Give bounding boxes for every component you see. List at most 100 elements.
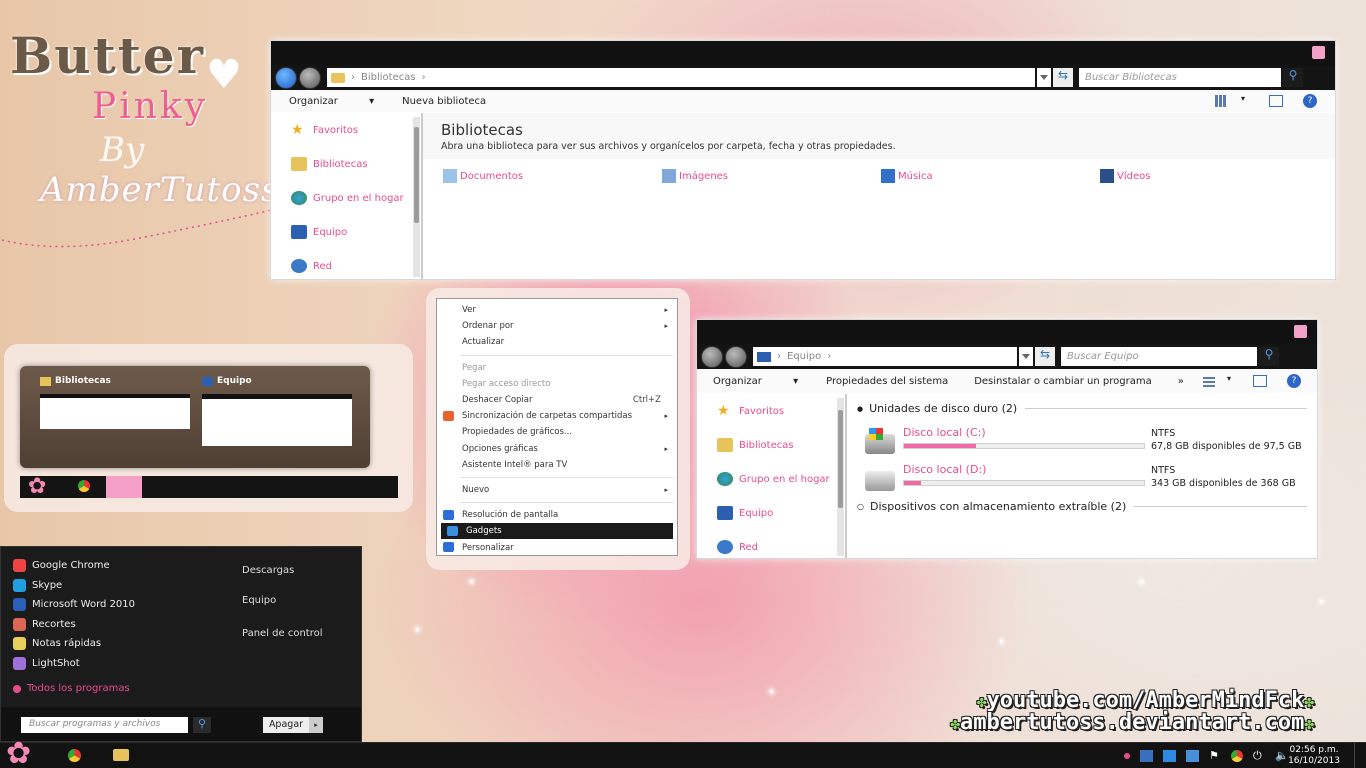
start-right-panel[interactable]: Panel de control bbox=[242, 628, 323, 639]
refresh-icon[interactable]: ⇆ bbox=[1053, 68, 1073, 87]
thumbnail-bibliotecas[interactable]: Bibliotecas bbox=[40, 376, 200, 456]
context-menu-item[interactable]: Asistente Intel® para TV bbox=[437, 457, 677, 473]
tray-power-icon[interactable]: ⏻ bbox=[1253, 750, 1265, 762]
nav-favoritos[interactable]: ★ Favoritos bbox=[697, 394, 846, 428]
start-program-item[interactable]: Microsoft Word 2010 bbox=[1, 595, 229, 615]
tray-dot-icon[interactable] bbox=[1124, 753, 1130, 759]
nav-bibliotecas[interactable]: Bibliotecas bbox=[271, 147, 422, 181]
start-button[interactable]: ✿ bbox=[6, 737, 31, 768]
shutdown-button[interactable]: Apagar bbox=[263, 717, 309, 733]
chrome-taskbar-icon[interactable] bbox=[78, 480, 90, 492]
address-dropdown-icon[interactable] bbox=[1037, 68, 1051, 87]
libraries-nav-scrollbar[interactable] bbox=[413, 117, 420, 277]
tray-flag-icon[interactable]: ⚑ bbox=[1209, 750, 1221, 762]
back-button[interactable] bbox=[701, 345, 723, 368]
clock[interactable]: 02:56 p.m. 16/10/2013 bbox=[1286, 745, 1342, 767]
search-icon[interactable]: ⚲ bbox=[1283, 68, 1303, 87]
all-programs-link[interactable]: Todos los programas bbox=[13, 683, 130, 694]
shutdown-options-button[interactable]: ▸ bbox=[309, 717, 323, 733]
explorer-taskbar-button[interactable] bbox=[100, 743, 144, 768]
context-menu-item[interactable]: Gadgets bbox=[441, 523, 673, 540]
view-options-icon[interactable] bbox=[1215, 95, 1227, 107]
search-icon[interactable]: ⚲ bbox=[1259, 347, 1279, 366]
context-menu-item[interactable]: Pegar acceso directo bbox=[437, 376, 677, 392]
start-search-icon[interactable]: ⚲ bbox=[193, 717, 211, 733]
computer-nav-scrollbar[interactable] bbox=[837, 398, 844, 556]
uninstall-program-button[interactable]: Desinstalar o cambiar un programa bbox=[974, 376, 1152, 387]
computer-search-input[interactable]: Buscar Equipo ⚲ bbox=[1061, 347, 1279, 366]
tray-display-icon[interactable] bbox=[1163, 750, 1176, 762]
system-properties-button[interactable]: Propiedades del sistema bbox=[826, 376, 948, 387]
start-right-equipo[interactable]: Equipo bbox=[242, 595, 276, 606]
computer-titlebar[interactable] bbox=[697, 320, 1317, 344]
tray-intel-icon[interactable] bbox=[1186, 750, 1199, 762]
libraries-titlebar[interactable] bbox=[271, 41, 1335, 65]
nav-bibliotecas[interactable]: Bibliotecas bbox=[697, 428, 846, 462]
help-icon[interactable]: ? bbox=[1303, 94, 1317, 108]
nav-red[interactable]: Red bbox=[271, 249, 422, 283]
show-desktop-button[interactable] bbox=[1354, 743, 1366, 768]
library-item-documentos[interactable]: Documentos bbox=[443, 169, 523, 183]
back-button[interactable] bbox=[275, 66, 297, 89]
preview-pane-icon[interactable] bbox=[1269, 95, 1283, 107]
computer-breadcrumb[interactable]: Equipo bbox=[787, 351, 821, 362]
address-dropdown-icon[interactable] bbox=[1019, 347, 1033, 366]
organize-button[interactable]: Organizar ▾ bbox=[713, 376, 798, 387]
forward-button[interactable] bbox=[725, 345, 747, 368]
more-commands-button[interactable]: » bbox=[1178, 376, 1184, 387]
view-dropdown-icon[interactable]: ▾ bbox=[1227, 374, 1231, 383]
context-menu-item[interactable]: Ordenar por ▸ bbox=[437, 318, 677, 334]
context-menu-item[interactable]: Actualizar bbox=[437, 334, 677, 350]
new-library-button[interactable]: Nueva biblioteca bbox=[402, 96, 486, 107]
computer-window[interactable]: › Equipo › ⇆ Buscar Equipo ⚲ Organizar ▾… bbox=[696, 319, 1318, 559]
preview-pane-icon[interactable] bbox=[1253, 375, 1267, 387]
nav-equipo[interactable]: Equipo bbox=[271, 215, 422, 249]
view-options-icon[interactable] bbox=[1203, 375, 1215, 387]
thumbnail-equipo[interactable]: Equipo bbox=[202, 376, 362, 456]
organize-button[interactable]: Organizar ▾ bbox=[289, 96, 374, 107]
start-program-item[interactable]: Notas rápidas bbox=[1, 634, 229, 654]
context-menu-item[interactable]: Ver ▸ bbox=[437, 302, 677, 318]
forward-button[interactable] bbox=[299, 66, 321, 89]
context-menu-item[interactable]: Nuevo ▸ bbox=[437, 482, 677, 498]
nav-red[interactable]: Red bbox=[697, 530, 846, 564]
library-item-imagenes[interactable]: Imágenes bbox=[662, 169, 728, 183]
hdd-group-header[interactable]: ● Unidades de disco duro (2) bbox=[857, 402, 1307, 415]
tray-network-icon[interactable] bbox=[1140, 750, 1153, 762]
removable-group-header[interactable]: ○ Dispositivos con almacenamiento extraíb… bbox=[857, 500, 1307, 513]
nav-equipo[interactable]: Equipo bbox=[697, 496, 846, 530]
nav-grupo-hogar[interactable]: Grupo en el hogar bbox=[697, 462, 846, 496]
context-menu-item[interactable]: Deshacer Copiar Ctrl+Z bbox=[437, 392, 677, 408]
computer-close-button[interactable] bbox=[1294, 325, 1307, 338]
libraries-window[interactable]: › Bibliotecas › ⇆ Buscar Bibliotecas ⚲ O… bbox=[270, 40, 1336, 280]
start-search-input[interactable]: Buscar programas y archivos bbox=[21, 717, 188, 733]
nav-grupo-hogar[interactable]: Grupo en el hogar bbox=[271, 181, 422, 215]
start-program-item[interactable]: Skype bbox=[1, 576, 229, 596]
start-program-item[interactable]: Google Chrome bbox=[1, 556, 229, 576]
disk-c[interactable]: Disco local (C:) NTFS 67,8 GB disponible… bbox=[865, 426, 1315, 460]
context-menu-item[interactable]: Opciones gráficas ▸ bbox=[437, 441, 677, 457]
libraries-address-input[interactable]: › Bibliotecas › bbox=[327, 68, 1035, 87]
start-program-item[interactable]: LightShot bbox=[1, 654, 229, 674]
library-item-videos[interactable]: Vídeos bbox=[1100, 169, 1150, 183]
libraries-close-button[interactable] bbox=[1312, 46, 1325, 59]
start-right-descargas[interactable]: Descargas bbox=[242, 565, 294, 576]
start-program-item[interactable]: Recortes bbox=[1, 615, 229, 635]
help-icon[interactable]: ? bbox=[1287, 374, 1301, 388]
context-menu-item[interactable]: Personalizar bbox=[437, 539, 677, 555]
library-item-musica[interactable]: Música bbox=[881, 169, 933, 183]
disk-d[interactable]: Disco local (D:) NTFS 343 GB disponibles… bbox=[865, 463, 1315, 497]
refresh-icon[interactable]: ⇆ bbox=[1035, 347, 1055, 366]
explorer-taskbar-icon[interactable] bbox=[106, 476, 142, 498]
context-menu-item[interactable]: Resolución de pantalla bbox=[437, 507, 677, 523]
context-menu-item[interactable]: Pegar bbox=[437, 360, 677, 376]
computer-address-input[interactable]: › Equipo › bbox=[753, 347, 1017, 366]
start-flower-icon[interactable]: ✿ bbox=[28, 474, 46, 499]
context-menu-item[interactable]: Sincronización de carpetas compartidas ▸ bbox=[437, 408, 677, 424]
chrome-taskbar-button[interactable] bbox=[54, 743, 98, 768]
tray-chrome-icon[interactable] bbox=[1231, 750, 1243, 762]
view-dropdown-icon[interactable]: ▾ bbox=[1241, 94, 1245, 103]
nav-favoritos[interactable]: ★ Favoritos bbox=[271, 113, 422, 147]
libraries-breadcrumb[interactable]: Bibliotecas bbox=[361, 72, 416, 83]
context-menu-item[interactable]: Propiedades de gráficos... bbox=[437, 424, 677, 440]
